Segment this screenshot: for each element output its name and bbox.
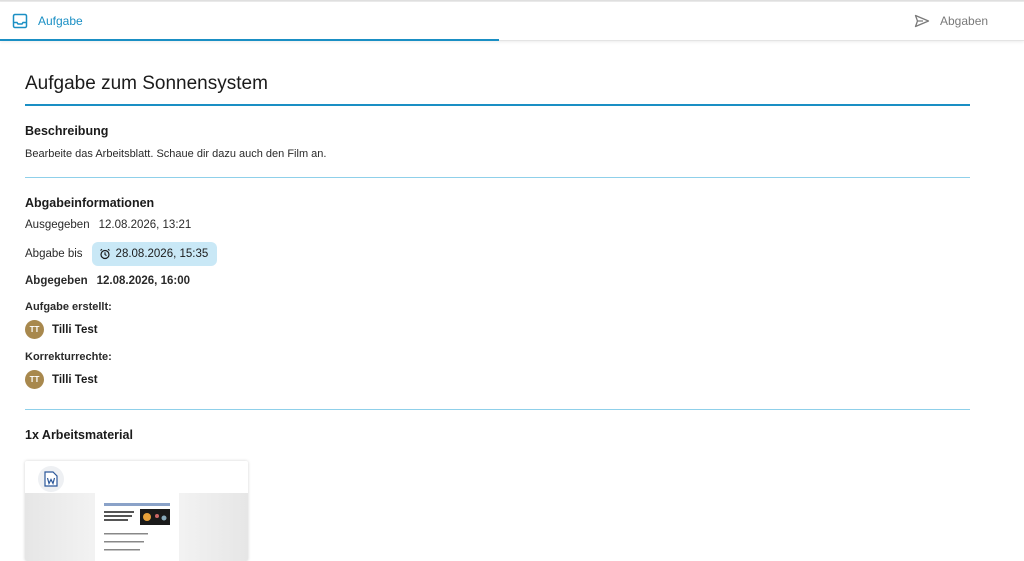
created-by-label: Aufgabe erstellt: bbox=[25, 301, 112, 313]
inbox-icon bbox=[12, 13, 28, 29]
worksheet-preview bbox=[95, 493, 179, 561]
tab-abgaben-label: Abgaben bbox=[940, 13, 989, 28]
material-card[interactable] bbox=[25, 461, 248, 561]
description-heading: Beschreibung bbox=[25, 124, 109, 138]
due-value: 28.08.2026, 15:35 bbox=[115, 248, 209, 260]
send-icon bbox=[914, 14, 930, 28]
correction-rights-name: Tilli Test bbox=[52, 373, 98, 386]
due-label: Abgabe bis bbox=[25, 248, 83, 260]
avatar: TT bbox=[25, 320, 44, 339]
page-title: Aufgabe zum Sonnensystem bbox=[25, 73, 268, 94]
submitted-label: Abgegeben bbox=[25, 275, 88, 287]
section-divider bbox=[25, 177, 970, 178]
created-by-name: Tilli Test bbox=[52, 323, 98, 336]
title-divider bbox=[25, 104, 970, 106]
issued-row: Ausgegeben 12.08.2026, 13:21 bbox=[25, 219, 191, 231]
submission-info-heading: Abgabeinformationen bbox=[25, 196, 155, 210]
tab-aufgabe[interactable]: Aufgabe bbox=[0, 2, 499, 41]
submitted-value: 12.08.2026, 16:00 bbox=[96, 275, 190, 287]
created-by-person: TT Tilli Test bbox=[25, 320, 98, 339]
tab-abgaben[interactable]: Abgaben bbox=[914, 2, 1024, 39]
due-row: Abgabe bis 28.08.2026, 15:35 bbox=[25, 242, 218, 266]
section-divider bbox=[25, 409, 970, 410]
alarm-clock-icon bbox=[99, 248, 111, 260]
materials-heading: 1x Arbeitsmaterial bbox=[25, 428, 133, 442]
tab-aufgabe-label: Aufgabe bbox=[38, 13, 83, 28]
issued-value: 12.08.2026, 13:21 bbox=[98, 219, 192, 231]
issued-label: Ausgegeben bbox=[25, 219, 90, 231]
due-date-chip: 28.08.2026, 15:35 bbox=[91, 242, 218, 266]
word-document-icon bbox=[38, 466, 64, 492]
description-text: Bearbeite das Arbeitsblatt. Schaue dir d… bbox=[25, 148, 327, 160]
submitted-row: Abgegeben 12.08.2026, 16:00 bbox=[25, 275, 190, 287]
correction-rights-label: Korrekturrechte: bbox=[25, 351, 112, 363]
correction-rights-person: TT Tilli Test bbox=[25, 370, 98, 389]
tab-bar: Aufgabe Abgaben bbox=[0, 2, 1024, 41]
avatar: TT bbox=[25, 370, 44, 389]
